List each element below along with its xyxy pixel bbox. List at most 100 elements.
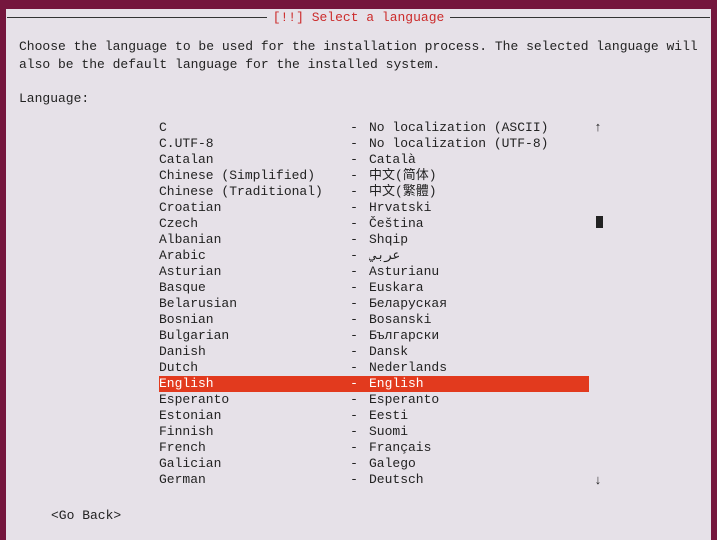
language-name: Bulgarian <box>159 328 339 344</box>
list-item[interactable]: Belarusian-Беларуская <box>159 296 589 312</box>
language-name: Esperanto <box>159 392 339 408</box>
separator: - <box>339 408 369 424</box>
list-item[interactable]: C-No localization (ASCII) <box>159 120 589 136</box>
list-item[interactable]: Basque-Euskara <box>159 280 589 296</box>
language-name: C <box>159 120 339 136</box>
list-item[interactable]: Dutch-Nederlands <box>159 360 589 376</box>
separator: - <box>339 184 369 200</box>
language-dialog: [!!] Select a language Choose the langua… <box>6 9 711 540</box>
language-name: Belarusian <box>159 296 339 312</box>
separator: - <box>339 296 369 312</box>
language-name: Albanian <box>159 232 339 248</box>
list-item[interactable]: Chinese (Traditional)-中文(繁體) <box>159 184 589 200</box>
list-item[interactable]: Galician-Galego <box>159 456 589 472</box>
language-native: Hrvatski <box>369 200 589 216</box>
language-name: Chinese (Traditional) <box>159 184 339 200</box>
separator: - <box>339 392 369 408</box>
border-right <box>450 17 710 18</box>
separator: - <box>339 120 369 136</box>
list-item[interactable]: Catalan-Català <box>159 152 589 168</box>
language-native: Eesti <box>369 408 589 424</box>
separator: - <box>339 248 369 264</box>
language-name: Galician <box>159 456 339 472</box>
separator: - <box>339 200 369 216</box>
language-name: English <box>159 376 339 392</box>
separator: - <box>339 440 369 456</box>
list-item[interactable]: Danish-Dansk <box>159 344 589 360</box>
dialog-title: [!!] Select a language <box>267 10 451 25</box>
language-name: German <box>159 472 339 488</box>
language-native: Deutsch <box>369 472 589 488</box>
window-top-bar <box>0 0 717 9</box>
list-item[interactable]: Czech-Čeština <box>159 216 589 232</box>
list-item[interactable]: German-Deutsch <box>159 472 589 488</box>
language-native: Esperanto <box>369 392 589 408</box>
language-name: C.UTF-8 <box>159 136 339 152</box>
list-item[interactable]: English-English <box>159 376 589 392</box>
separator: - <box>339 424 369 440</box>
dialog-title-bar: [!!] Select a language <box>7 10 710 25</box>
language-native: 中文(繁體) <box>369 184 589 200</box>
list-item[interactable]: Esperanto-Esperanto <box>159 392 589 408</box>
language-native: Asturianu <box>369 264 589 280</box>
language-native: Français <box>369 440 589 456</box>
separator: - <box>339 216 369 232</box>
scroll-position-indicator <box>596 216 603 228</box>
go-back-button[interactable]: <Go Back> <box>51 508 121 523</box>
separator: - <box>339 472 369 488</box>
language-name: Finnish <box>159 424 339 440</box>
language-list[interactable]: ↑ ↓ C-No localization (ASCII)C.UTF-8-No … <box>159 120 589 488</box>
language-native: Shqip <box>369 232 589 248</box>
instruction-text: Choose the language to be used for the i… <box>19 38 698 73</box>
border-left <box>7 17 267 18</box>
separator: - <box>339 360 369 376</box>
separator: - <box>339 328 369 344</box>
list-item[interactable]: Estonian-Eesti <box>159 408 589 424</box>
list-item[interactable]: Finnish-Suomi <box>159 424 589 440</box>
list-item[interactable]: Bulgarian-Български <box>159 328 589 344</box>
language-name: Estonian <box>159 408 339 424</box>
separator: - <box>339 312 369 328</box>
separator: - <box>339 168 369 184</box>
language-native: Català <box>369 152 589 168</box>
language-name: Catalan <box>159 152 339 168</box>
language-native: 中文(简体) <box>369 168 589 184</box>
scroll-up-icon[interactable]: ↑ <box>593 120 603 135</box>
list-item[interactable]: Asturian-Asturianu <box>159 264 589 280</box>
list-item[interactable]: Croatian-Hrvatski <box>159 200 589 216</box>
language-native: Suomi <box>369 424 589 440</box>
language-name: Bosnian <box>159 312 339 328</box>
language-native: Euskara <box>369 280 589 296</box>
language-native: Беларуская <box>369 296 589 312</box>
language-native: No localization (ASCII) <box>369 120 589 136</box>
language-name: Danish <box>159 344 339 360</box>
separator: - <box>339 136 369 152</box>
separator: - <box>339 456 369 472</box>
language-name: Croatian <box>159 200 339 216</box>
separator: - <box>339 232 369 248</box>
separator: - <box>339 152 369 168</box>
list-item[interactable]: Bosnian-Bosanski <box>159 312 589 328</box>
language-label: Language: <box>19 91 698 106</box>
language-name: Asturian <box>159 264 339 280</box>
language-native: Български <box>369 328 589 344</box>
list-item[interactable]: Arabic-عربي <box>159 248 589 264</box>
list-item[interactable]: French-Français <box>159 440 589 456</box>
language-native: English <box>369 376 589 392</box>
language-native: Galego <box>369 456 589 472</box>
list-item[interactable]: Albanian-Shqip <box>159 232 589 248</box>
separator: - <box>339 280 369 296</box>
language-name: Chinese (Simplified) <box>159 168 339 184</box>
language-name: Arabic <box>159 248 339 264</box>
language-name: Czech <box>159 216 339 232</box>
list-item[interactable]: C.UTF-8-No localization (UTF-8) <box>159 136 589 152</box>
language-name: Dutch <box>159 360 339 376</box>
separator: - <box>339 264 369 280</box>
scroll-down-icon[interactable]: ↓ <box>593 473 603 488</box>
language-name: Basque <box>159 280 339 296</box>
language-native: Nederlands <box>369 360 589 376</box>
language-native: No localization (UTF-8) <box>369 136 589 152</box>
language-native: Čeština <box>369 216 589 232</box>
separator: - <box>339 376 369 392</box>
list-item[interactable]: Chinese (Simplified)-中文(简体) <box>159 168 589 184</box>
